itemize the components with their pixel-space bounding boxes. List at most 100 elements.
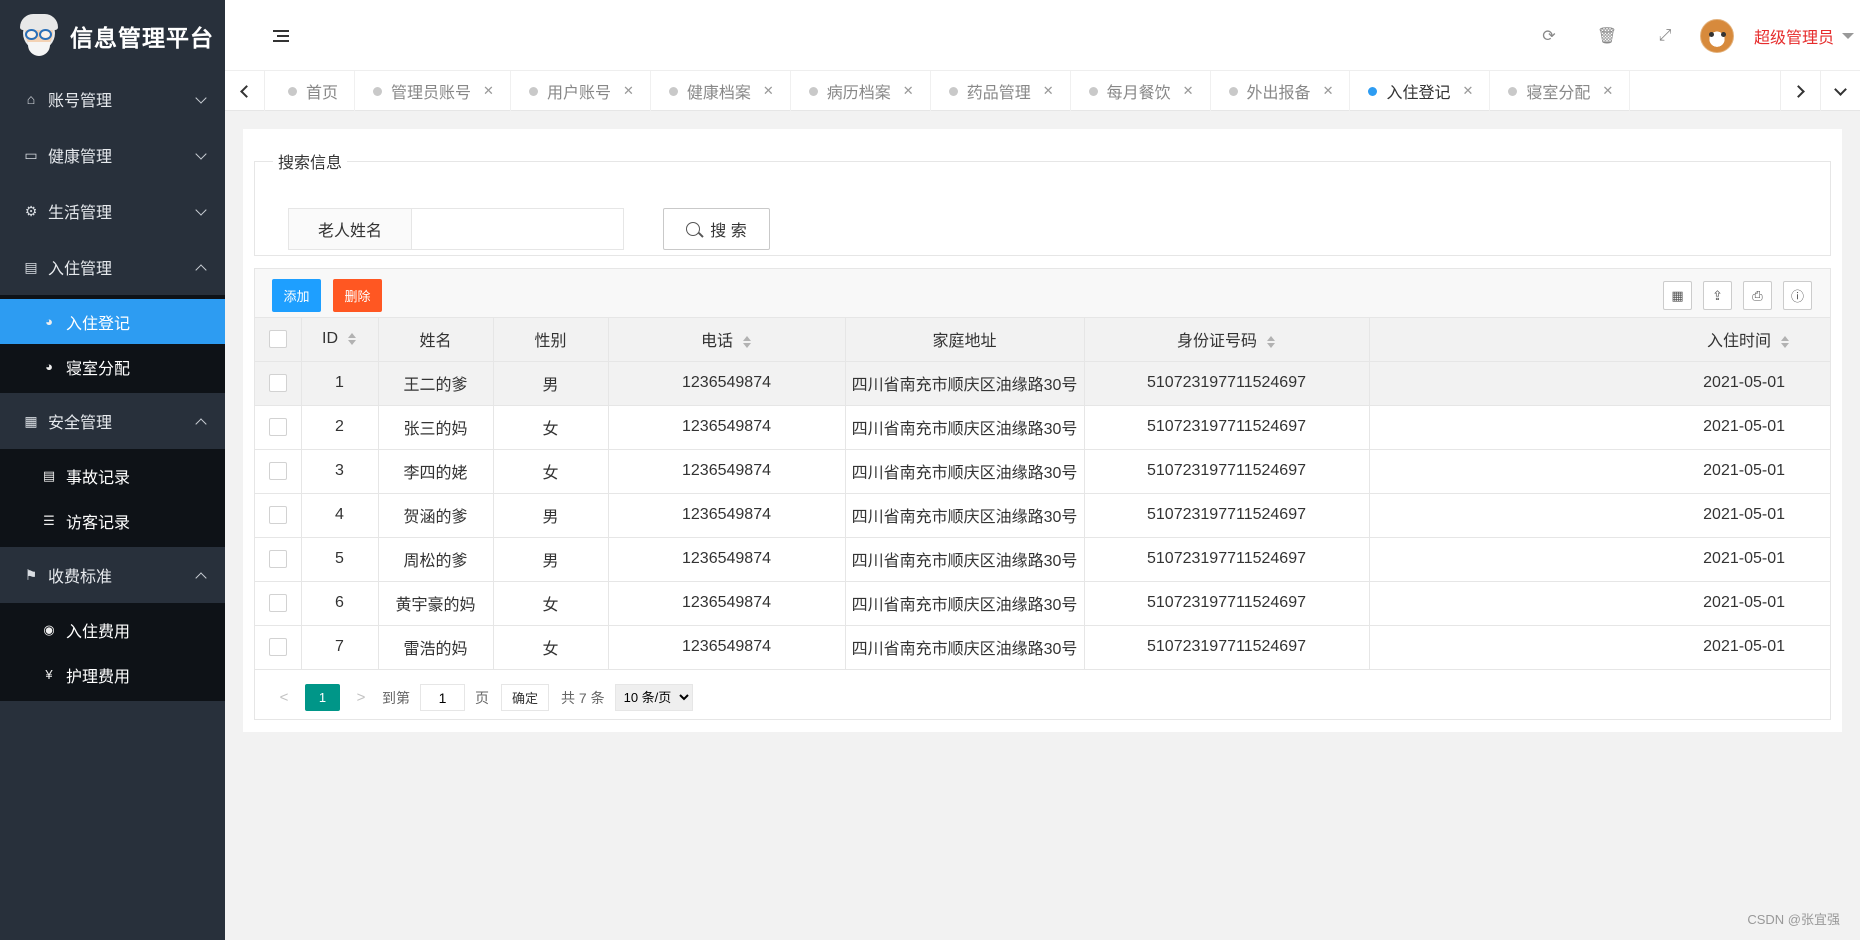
goto-page-input[interactable] [420,684,465,711]
sort-icon[interactable] [1267,336,1276,349]
dot-icon [373,86,383,96]
tab-user-account[interactable]: 用户账号 ✕ [511,71,651,111]
name-search-input[interactable] [412,209,623,249]
watermark: CSDN @张宜强 [1747,912,1840,927]
cell-checkin-date: 2021-05-01 [1368,492,1830,538]
next-page-icon[interactable]: > [346,689,376,706]
col-phone[interactable]: 电话 [607,318,846,362]
close-icon[interactable]: ✕ [1183,83,1194,99]
table-row[interactable]: 1 王二的爹男 1236549874 四川省南充市顺庆区油缘路30号 510723197… [255,360,1830,406]
tab-room-assign[interactable]: 寝室分配 ✕ [1490,71,1631,111]
avatar[interactable] [1699,18,1734,53]
cell-checkin-date: 2021-05-01 [1368,404,1830,450]
export-icon[interactable]: ⇪ [1703,281,1732,310]
table-row[interactable]: 4 贺涵的爹男 1236549874 四川省南充市顺庆区油缘路30号 510723197… [255,492,1830,538]
sidebar-item-room-assign[interactable]: ◕ 寝室分配 [0,344,225,389]
sort-icon[interactable] [348,333,357,346]
menu-safety[interactable]: ▦ 安全管理 [0,393,225,449]
menu-health[interactable]: ▭ 健康管理 [0,127,225,183]
delete-button[interactable]: 删除 [333,279,382,312]
close-icon[interactable]: ✕ [903,83,914,99]
chevron-down-icon [1834,82,1847,96]
add-button[interactable]: 添加 [272,279,321,312]
search-button-label: 搜 索 [710,223,747,240]
tab-label: 用户账号 [546,85,611,102]
close-icon[interactable]: ✕ [763,83,774,99]
tab-home[interactable]: 首页 [270,71,356,111]
col-gender: 性别 [492,318,609,362]
sidebar-item-checkin-fee[interactable]: ◉ 入住费用 [0,607,225,652]
close-icon[interactable]: ✕ [623,83,634,99]
name-field-label: 老人姓名 [289,209,412,249]
row-checkbox[interactable] [268,417,287,436]
select-all-checkbox[interactable] [268,330,287,349]
sort-icon[interactable] [1781,336,1790,349]
row-checkbox[interactable] [268,549,287,568]
cell-name: 周松的爹 [377,536,494,582]
close-icon[interactable]: ✕ [1043,83,1054,99]
close-icon[interactable]: ✕ [1323,83,1334,99]
sidebar-item-nursing-fee[interactable]: ¥ 护理费用 [0,652,225,697]
tab-label: 药品管理 [966,85,1031,102]
prev-page-icon[interactable]: < [269,689,299,706]
chevron-up-icon [195,569,207,581]
table-row[interactable]: 2 张三的妈女 1236549874 四川省南充市顺庆区油缘路30号 510723197… [255,404,1830,450]
page-size-select[interactable]: 10 条/页 [614,684,693,711]
col-idcard[interactable]: 身份证号码 [1083,318,1370,362]
menu-fees[interactable]: ⚑ 收费标准 [0,547,225,603]
info-icon[interactable]: ⓘ [1783,281,1812,310]
col-id[interactable]: ID [300,318,379,362]
sort-icon[interactable] [743,336,752,349]
tab-health-record[interactable]: 健康档案 ✕ [651,71,791,111]
row-checkbox[interactable] [268,593,287,612]
tab-scroll-right-button[interactable] [1780,71,1820,111]
close-icon[interactable]: ✕ [1462,83,1473,99]
goto-confirm-button[interactable]: 确定 [501,684,550,711]
tab-medical-record[interactable]: 病历档案 ✕ [791,71,931,111]
tab-admin-account[interactable]: 管理员账号 ✕ [355,71,511,111]
user-name[interactable]: 超级管理员 [1754,24,1834,48]
table-row[interactable]: 6 黄宇豪的妈女 1236549874 四川省南充市顺庆区油缘路30号 51072319… [255,580,1830,626]
menu-checkin[interactable]: ▤ 入住管理 [0,239,225,295]
table-row[interactable]: 7 雷浩的妈女 1236549874 四川省南充市顺庆区油缘路30号 510723197… [255,624,1830,670]
tab-drug[interactable]: 药品管理 ✕ [931,71,1071,111]
cell-phone: 1236549874 [607,404,846,450]
tab-checkin-register[interactable]: 入住登记 ✕ [1350,71,1491,111]
sidebar-item-checkin-register[interactable]: ◕ 入住登记 [0,299,225,344]
refresh-icon[interactable]: ⟳ [1520,26,1578,46]
menu-life[interactable]: ⚙ 生活管理 [0,183,225,239]
sidebar-item-accident[interactable]: ▤ 事故记录 [0,453,225,498]
row-checkbox[interactable] [268,373,287,392]
row-checkbox[interactable] [268,637,287,656]
close-icon[interactable]: ✕ [1602,83,1613,99]
print-icon[interactable]: ⎙ [1743,281,1772,310]
sidebar-item-visitor[interactable]: ☰ 访客记录 [0,498,225,543]
dot-icon [1368,86,1378,96]
close-icon[interactable]: ✕ [483,83,494,99]
table-row[interactable]: 5 周松的爹男 1236549874 四川省南充市顺庆区油缘路30号 510723197… [255,536,1830,582]
table-row[interactable]: 3 李四的姥女 1236549874 四川省南充市顺庆区油缘路30号 510723197… [255,448,1830,494]
tab-scroll-left-button[interactable] [225,71,265,111]
topbar: ⟳ 🗑 ⤢ 超级管理员 [225,0,1860,71]
menu-account[interactable]: ⌂ 账号管理 [0,71,225,127]
search-button[interactable]: 搜 索 [663,208,770,250]
chevron-down-icon [195,93,207,105]
menu-toggle-icon[interactable] [273,30,289,42]
current-page[interactable]: 1 [305,684,340,711]
caret-down-icon[interactable] [1842,32,1854,39]
dashboard-icon: ◕ [45,314,53,329]
fullscreen-icon[interactable]: ⤢ [1636,27,1694,45]
row-checkbox[interactable] [268,505,287,524]
menu-checkin-label: 入住管理 [48,261,113,278]
row-checkbox[interactable] [268,461,287,480]
dot-icon [668,86,678,96]
col-checkin-date[interactable]: 入住时间 [1368,318,1830,362]
app-title: 信息管理平台 [70,24,214,51]
search-panel: 搜索信息 老人姓名 搜 索 [254,149,1831,256]
columns-filter-icon[interactable]: ▦ [1663,281,1692,310]
search-legend: 搜索信息 [278,155,343,172]
tab-more-button[interactable] [1820,71,1860,111]
trash-icon[interactable]: 🗑 [1578,26,1636,46]
tab-meals[interactable]: 每月餐饮 ✕ [1071,71,1211,111]
tab-outing[interactable]: 外出报备 ✕ [1211,71,1351,111]
